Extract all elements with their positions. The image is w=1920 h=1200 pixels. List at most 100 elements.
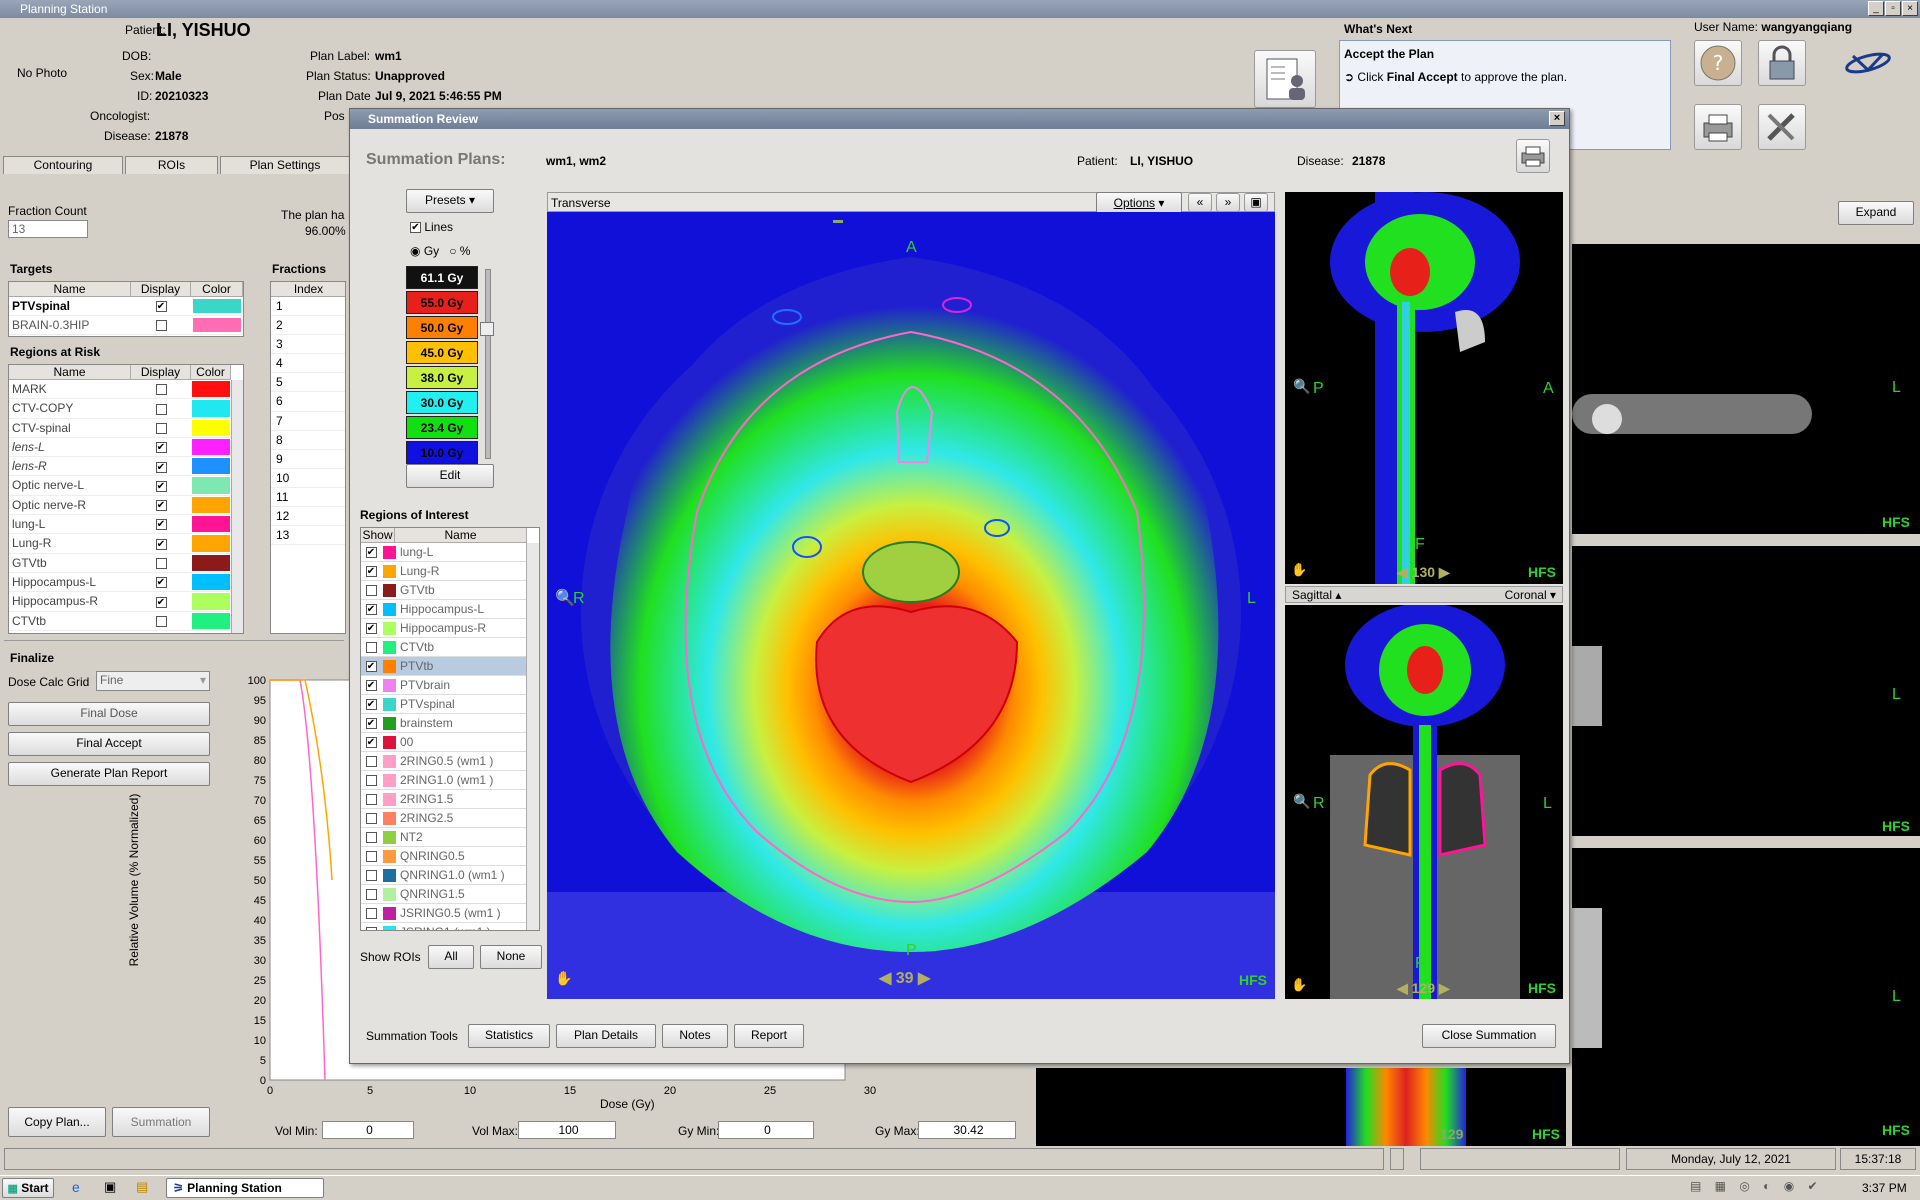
rar-row[interactable]: CTV-COPY [9,399,243,419]
rar-color-swatch[interactable] [192,516,230,533]
target-row[interactable]: PTVspinal ✔ [9,297,243,316]
rar-color-swatch[interactable] [192,458,230,475]
edit-button[interactable]: Edit [406,464,494,488]
roi-show-checkbox[interactable] [365,870,377,882]
target-row[interactable]: BRAIN-0.3HIP [9,316,243,335]
roi-row[interactable]: QNRING1.0 (wm1 ) [361,866,539,885]
rar-row[interactable]: lens-L ✔ [9,438,243,458]
rar-color-swatch[interactable] [192,593,230,610]
rar-color-swatch[interactable] [192,554,230,571]
ie-icon[interactable]: e [72,1179,80,1195]
app-shortcut-icon[interactable]: ▣ [104,1179,116,1195]
rar-color-swatch[interactable] [192,496,230,514]
fraction-row[interactable]: 7 [271,412,345,431]
fraction-row[interactable]: 9 [271,450,345,469]
gy-max-input[interactable]: 30.42 [918,1121,1016,1139]
roi-row[interactable]: 2RING0.5 (wm1 ) [361,752,539,771]
roi-show-checkbox[interactable]: ✔ [365,566,377,578]
fraction-row[interactable]: 8 [271,431,345,450]
fraction-row[interactable]: 6 [271,392,345,412]
rar-display-checkbox[interactable] [155,558,167,569]
fraction-row[interactable]: 10 [271,469,345,488]
summation-button[interactable]: Summation [112,1107,210,1137]
final-dose-button[interactable]: Final Dose [8,702,210,726]
rar-display-checkbox[interactable]: ✔ [155,480,167,492]
rar-display-checkbox[interactable] [155,403,167,415]
fraction-count-input[interactable]: 13 [8,220,88,238]
rar-row[interactable]: Optic nerve-L ✔ [9,476,243,496]
roi-row[interactable]: 2RING1.5 [361,790,539,809]
plan-details-button[interactable]: Plan Details [556,1024,656,1048]
dialog-close-icon[interactable]: × [1549,111,1565,126]
trans-slice-nav[interactable]: ◀ 39 ▶ [879,968,930,988]
coronal-view[interactable]: R L F 🔍 HFS ◀ 129 ▶ ✋ [1285,605,1563,999]
sagittal-selector[interactable]: Sagittal ▴ [1292,588,1341,602]
roi-show-checkbox[interactable]: ✔ [365,699,377,711]
roi-show-checkbox[interactable] [365,889,377,901]
target-display-checkbox[interactable] [155,320,167,332]
roi-scrollbar[interactable] [526,543,539,930]
roi-row[interactable]: ✔ Lung-R [361,562,539,581]
tab-rois[interactable]: ROIs [125,156,218,174]
roi-show-checkbox[interactable] [365,585,377,597]
roi-row[interactable]: ✔ Hippocampus-R [361,619,539,638]
minimize-button[interactable]: _ [1868,1,1884,16]
transverse-view[interactable]: ▬ A P R L 🔍 HFS ◀ 39 ▶ ✋ [547,212,1275,999]
zoom-icon[interactable]: 🔍 [555,588,575,608]
expand-button[interactable]: Expand [1838,201,1914,225]
rar-row[interactable]: CTV-spinal [9,419,243,438]
roi-row[interactable]: JSRING0.5 (wm1 ) [361,904,539,923]
gy-min-input[interactable]: 0 [718,1121,814,1139]
fraction-row[interactable]: 4 [271,354,345,374]
roi-show-checkbox[interactable] [365,756,377,768]
dose-level[interactable]: 45.0 Gy [406,341,478,364]
rar-display-checkbox[interactable]: ✔ [155,461,167,473]
pan-hand-icon[interactable]: ✋ [555,970,572,987]
start-button[interactable]: ▦ Start [2,1178,54,1198]
rewind-icon[interactable]: « [1188,193,1212,212]
close-summation-button[interactable]: Close Summation [1422,1024,1556,1048]
dialog-print-button[interactable] [1516,139,1550,173]
rar-display-checkbox[interactable]: ✔ [155,538,167,550]
vol-max-input[interactable]: 100 [518,1121,616,1139]
print-button[interactable] [1694,104,1742,150]
fraction-row[interactable]: 11 [271,488,345,508]
units-radio[interactable]: ◉ Gy ○ % [410,244,470,258]
dose-level[interactable]: 61.1 Gy [406,266,478,289]
sag-slice-nav[interactable]: ◀ 130 ▶ [1397,564,1450,581]
show-all-button[interactable]: All [428,945,474,969]
roi-row[interactable]: 2RING2.5 [361,809,539,828]
close-window-button[interactable]: × [1902,1,1918,16]
rar-color-swatch[interactable] [192,477,230,494]
rar-display-checkbox[interactable]: ✔ [155,442,167,454]
roi-show-checkbox[interactable]: ✔ [365,604,377,616]
system-tray-icons[interactable]: ▤ ▦ ◎ ◐ ◉ ✔ [1690,1179,1823,1193]
roi-show-checkbox[interactable]: ✔ [365,680,377,692]
roi-show-checkbox[interactable] [365,813,377,825]
roi-row[interactable]: NT2 [361,828,539,847]
rar-row[interactable]: Optic nerve-R ✔ [9,496,243,516]
rar-row[interactable]: GTVtb [9,554,243,573]
rar-display-checkbox[interactable]: ✔ [155,577,167,589]
rar-display-checkbox[interactable] [155,422,167,434]
fraction-row[interactable]: 3 [271,335,345,355]
fraction-row[interactable]: 13 [271,526,345,546]
shortcut-icon[interactable]: ▤ [136,1179,148,1195]
rar-color-swatch[interactable] [192,381,230,398]
cor-pan-hand-icon[interactable]: ✋ [1291,977,1307,993]
maximize-button[interactable]: ▫ [1885,1,1901,16]
tools-button[interactable] [1758,104,1806,150]
rar-row[interactable]: lung-L ✔ [9,515,243,535]
sag-zoom-icon[interactable]: 🔍 [1293,378,1310,395]
roi-show-checkbox[interactable]: ✔ [365,737,377,749]
rar-display-checkbox[interactable] [155,615,167,627]
rar-row[interactable]: Hippocampus-R ✔ [9,592,243,612]
tab-plan-settings[interactable]: Plan Settings [220,156,350,174]
roi-show-checkbox[interactable] [365,927,377,930]
roi-row[interactable]: 2RING1.0 (wm1 ) [361,771,539,790]
roi-row[interactable]: ✔ 00 [361,733,539,752]
roi-row[interactable]: QNRING1.5 [361,885,539,904]
dose-level[interactable]: 23.4 Gy [406,416,478,439]
rar-scrollbar[interactable] [231,380,243,633]
help-button[interactable]: ? [1694,40,1742,86]
